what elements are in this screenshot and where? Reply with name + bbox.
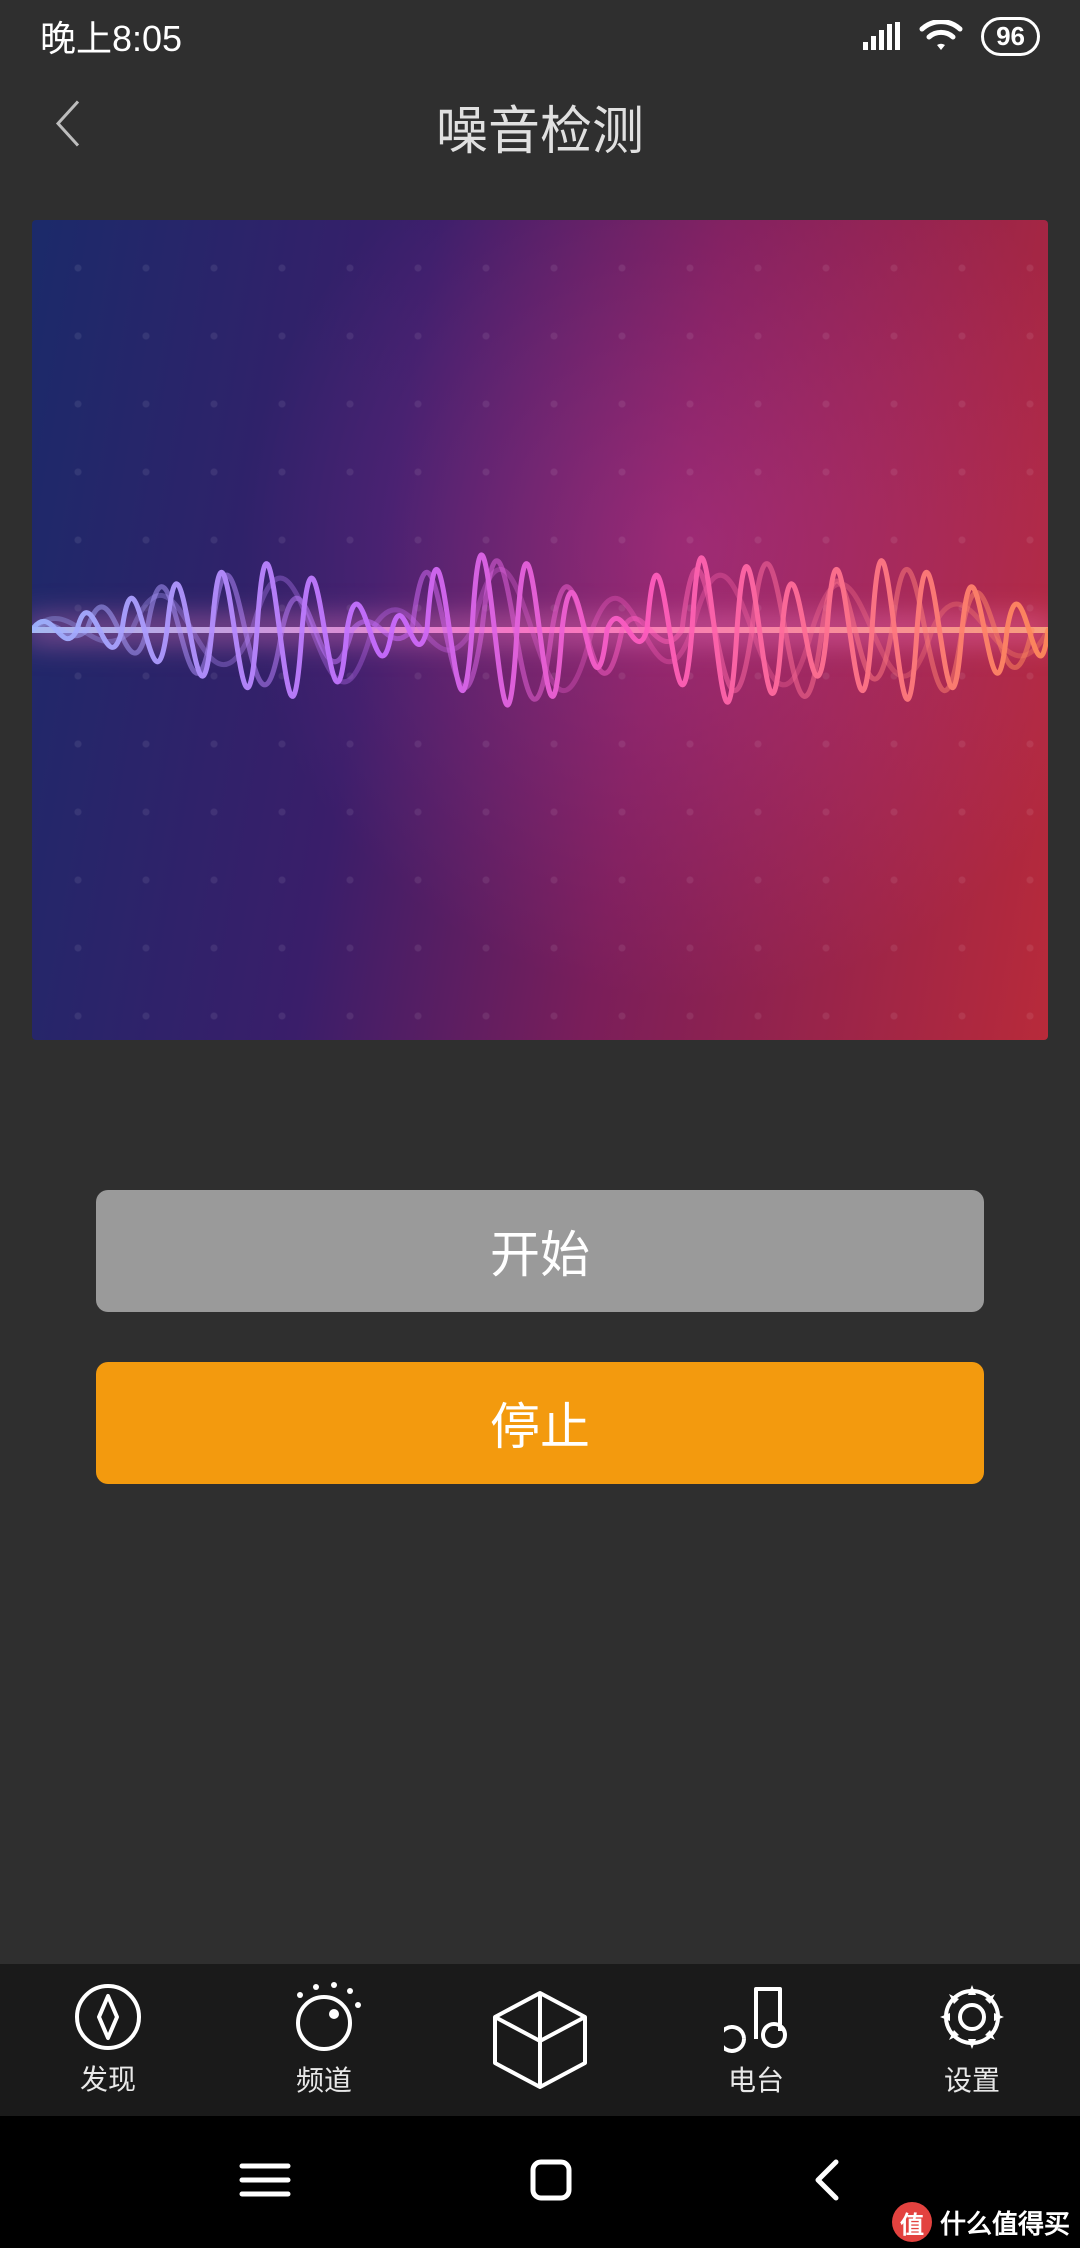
dial-icon	[286, 1981, 362, 2053]
stop-button[interactable]: 停止	[96, 1362, 984, 1484]
battery-icon: 96	[981, 17, 1040, 56]
music-note-icon	[724, 1981, 788, 2053]
waveform-visual	[32, 220, 1048, 1040]
stop-button-label: 停止	[490, 1387, 590, 1459]
tab-discover[interactable]: 发现	[0, 1982, 216, 2098]
compass-icon	[73, 1982, 143, 2052]
tab-bar: 发现 频道	[0, 1964, 1080, 2116]
signal-icon	[863, 22, 901, 50]
gear-icon	[936, 1981, 1008, 2053]
tab-radio-label: 电台	[728, 2059, 784, 2099]
page-title: 噪音检测	[436, 89, 644, 164]
back-button[interactable]	[32, 78, 102, 175]
tab-channel-label: 频道	[296, 2059, 352, 2099]
nav-recent-button[interactable]	[238, 2160, 292, 2205]
app-header: 噪音检测	[0, 72, 1080, 180]
tab-settings[interactable]: 设置	[864, 1981, 1080, 2099]
watermark-badge: 值	[892, 2202, 932, 2242]
start-button-label: 开始	[490, 1215, 590, 1287]
nav-back-button[interactable]	[810, 2156, 842, 2209]
chevron-left-icon	[52, 98, 82, 150]
status-icons: 96	[863, 17, 1040, 56]
status-bar: 晚上8:05 96	[0, 0, 1080, 72]
status-time: 晚上8:05	[40, 10, 182, 62]
tab-settings-label: 设置	[944, 2059, 1000, 2099]
tab-discover-label: 发现	[80, 2058, 136, 2098]
square-icon	[528, 2157, 574, 2203]
action-buttons: 开始 停止	[0, 1040, 1080, 1484]
chevron-left-icon	[810, 2156, 842, 2204]
menu-icon	[238, 2160, 292, 2200]
tab-channel[interactable]: 频道	[216, 1981, 432, 2099]
start-button[interactable]: 开始	[96, 1190, 984, 1312]
nav-home-button[interactable]	[528, 2157, 574, 2208]
watermark-text: 什么值得买	[940, 2204, 1070, 2241]
tab-center[interactable]	[432, 1985, 648, 2095]
cube-icon	[485, 1985, 595, 2095]
waveform-icon	[32, 220, 1048, 1040]
tab-radio[interactable]: 电台	[648, 1981, 864, 2099]
watermark: 值 什么值得买	[892, 2202, 1070, 2242]
wifi-icon	[919, 20, 963, 52]
